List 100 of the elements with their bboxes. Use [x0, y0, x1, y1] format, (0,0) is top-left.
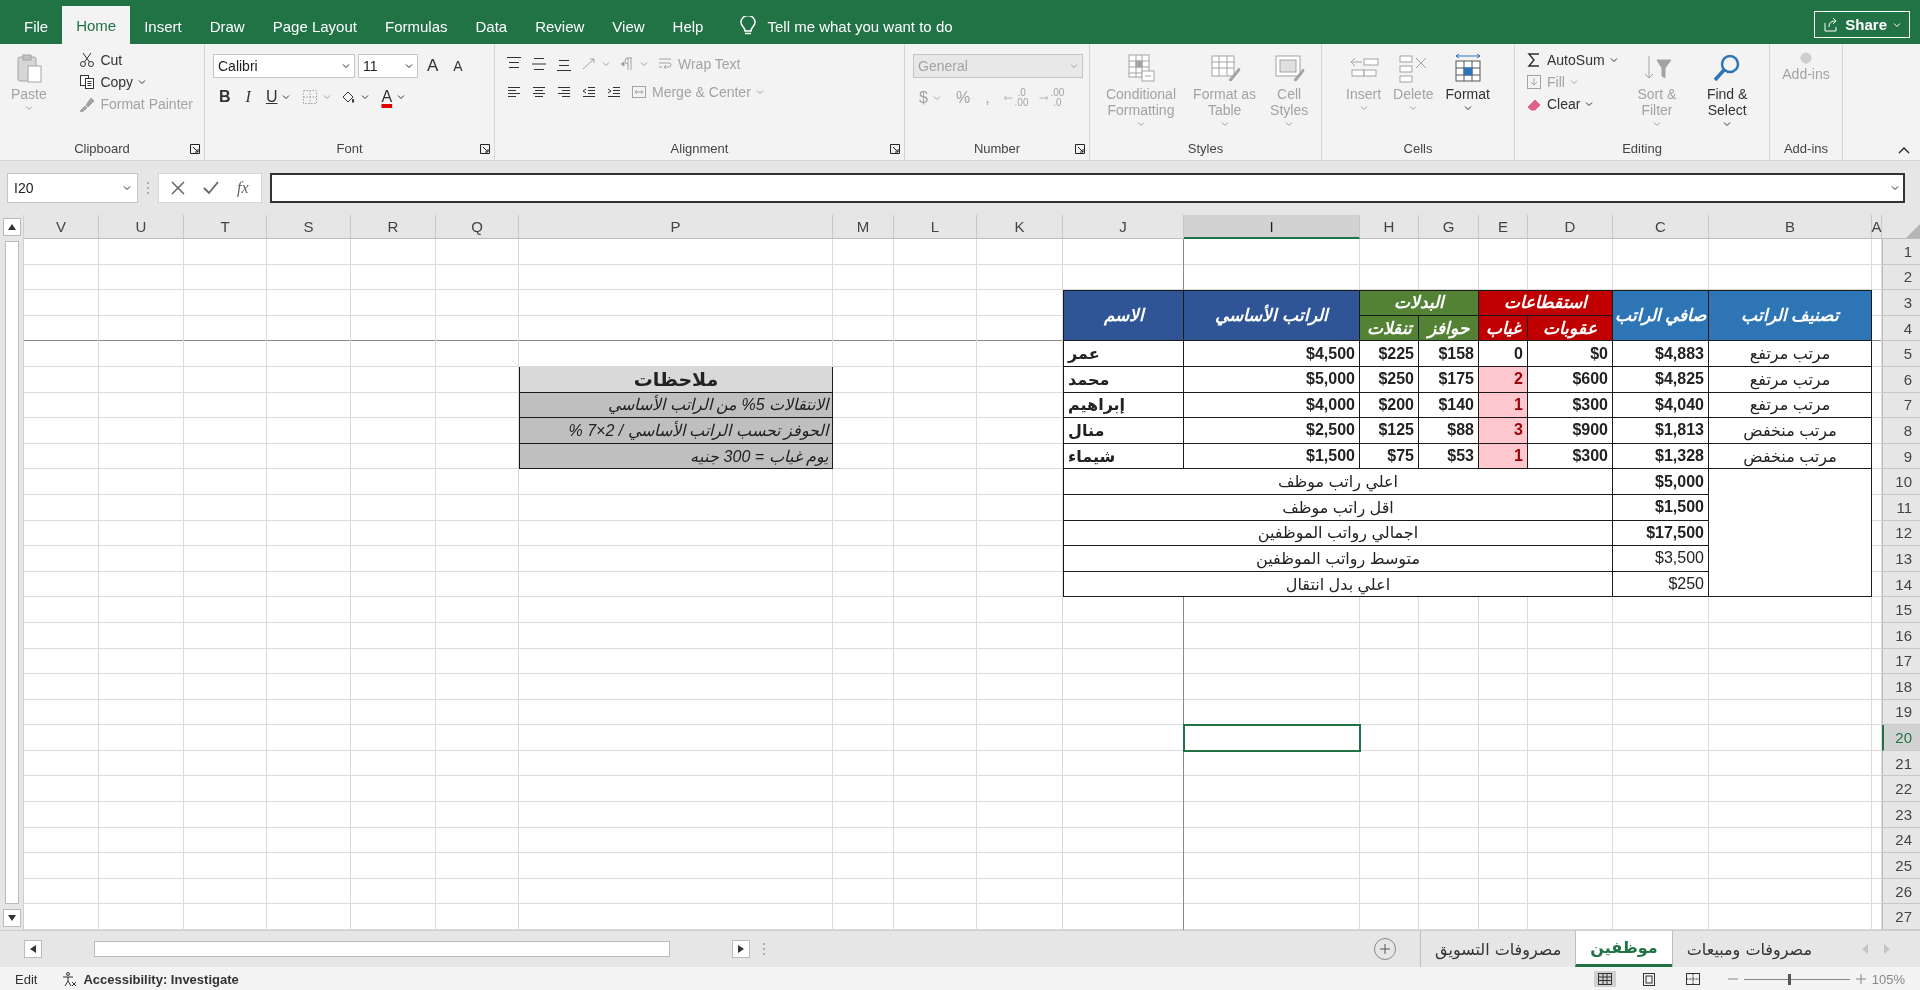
caret-icon	[1463, 104, 1472, 112]
caret-icon	[282, 93, 291, 101]
page-break-icon[interactable]	[1684, 972, 1701, 986]
scroll-thumb[interactable]	[4, 241, 19, 904]
row-header[interactable]: 26	[1882, 878, 1920, 905]
slider-thumb[interactable]	[1788, 973, 1792, 985]
scroll-down-button[interactable]	[2, 909, 21, 927]
normal-view-icon[interactable]	[1596, 972, 1613, 986]
column-header[interactable]: T	[184, 215, 267, 239]
row-header[interactable]: 14	[1882, 571, 1920, 598]
row-header[interactable]: 12	[1882, 520, 1920, 547]
ribbon-tab[interactable]: Help	[658, 8, 718, 44]
ribbon-tab[interactable]: Review	[521, 8, 599, 44]
sheet-tab[interactable]: موظفين	[1575, 931, 1672, 967]
ribbon-tab[interactable]: File	[10, 8, 63, 44]
dialog-launcher-icon[interactable]	[480, 144, 490, 154]
row-header[interactable]: 10	[1882, 469, 1920, 495]
toolbar-button[interactable]: A	[375, 86, 412, 108]
row-header[interactable]: 17	[1882, 648, 1920, 675]
row-header[interactable]: 24	[1882, 827, 1920, 854]
toolbar-button[interactable]: B	[213, 86, 237, 108]
row-header[interactable]: 3	[1882, 290, 1920, 316]
column-header[interactable]: M	[833, 215, 894, 239]
ribbon-button[interactable]: Find & Select	[1693, 48, 1761, 141]
collapse-icon[interactable]	[1898, 146, 1910, 154]
row-header[interactable]: 5	[1882, 341, 1920, 367]
column-header[interactable]: S	[267, 215, 351, 239]
ribbon-button[interactable]: Copy	[76, 72, 196, 92]
column-header[interactable]: L	[894, 215, 977, 239]
row-header[interactable]: 6	[1882, 366, 1920, 393]
row-header[interactable]: 19	[1882, 699, 1920, 726]
ribbon-tab[interactable]: Home	[62, 6, 131, 44]
row-header[interactable]: 18	[1882, 674, 1920, 700]
column-header[interactable]: U	[99, 215, 184, 239]
column-header[interactable]: E	[1479, 215, 1528, 239]
column-header[interactable]: I	[1184, 215, 1360, 239]
table-cell: شيماء	[1063, 443, 1184, 470]
row-header[interactable]: 15	[1882, 597, 1920, 623]
ribbon-tab[interactable]: Page Layout	[258, 8, 371, 44]
share-button[interactable]: Share	[1814, 11, 1910, 38]
insert-function-button[interactable]: fx	[237, 179, 249, 197]
tell-me-search[interactable]: Tell me what you want to do	[733, 8, 959, 44]
column-header[interactable]: Q	[436, 215, 519, 239]
row-header[interactable]: 13	[1882, 546, 1920, 572]
row-header[interactable]: 8	[1882, 418, 1920, 444]
row-header[interactable]: 1	[1882, 239, 1920, 265]
formula-field[interactable]	[269, 173, 1905, 203]
ribbon-tab[interactable]: Data	[461, 8, 522, 44]
ribbon-tab[interactable]: Insert	[130, 8, 196, 44]
table-cell: 0	[1479, 341, 1528, 367]
row-header[interactable]: 27	[1882, 904, 1920, 931]
name-box[interactable]: I20	[7, 173, 138, 203]
toolbar-button[interactable]: I	[239, 86, 257, 108]
table-cell: $53	[1419, 443, 1479, 470]
ribbon-button[interactable]: Clear	[1523, 94, 1621, 114]
column-header[interactable]: K	[977, 215, 1063, 239]
toolbar-button[interactable]: A	[421, 54, 445, 78]
ribbon-tab[interactable]: Formulas	[370, 8, 462, 44]
ribbon-tab[interactable]: Draw	[195, 8, 259, 44]
column-header[interactable]: C	[1613, 215, 1709, 239]
scroll-left-button[interactable]	[24, 940, 42, 958]
column-header[interactable]: H	[1360, 215, 1419, 239]
ribbon-button[interactable]: Cut	[76, 50, 196, 70]
row-header[interactable]: 23	[1882, 802, 1920, 828]
scroll-right-button[interactable]	[732, 940, 750, 958]
check-icon[interactable]	[203, 181, 219, 195]
column-header[interactable]: B	[1709, 215, 1872, 239]
table-cell: 2	[1479, 366, 1528, 393]
ribbon-button[interactable]: Format	[1442, 48, 1493, 141]
dialog-launcher-icon[interactable]	[1075, 144, 1085, 154]
page-layout-icon[interactable]	[1640, 972, 1657, 986]
row-header[interactable]: 11	[1882, 494, 1920, 521]
row-header[interactable]: 4	[1882, 315, 1920, 342]
row-header[interactable]: 7	[1882, 392, 1920, 419]
column-header[interactable]: V	[24, 215, 99, 239]
ribbon-button[interactable]: AutoSum	[1523, 50, 1621, 70]
ribbon-tab[interactable]: View	[598, 8, 659, 44]
column-header[interactable]: G	[1419, 215, 1479, 239]
toolbar-button[interactable]: U	[259, 86, 297, 108]
row-header[interactable]: 16	[1882, 622, 1920, 649]
toolbar-button[interactable]: A	[447, 56, 469, 76]
row-header[interactable]: 2	[1882, 264, 1920, 291]
cancel-icon[interactable]	[171, 181, 185, 195]
column-header[interactable]: J	[1063, 215, 1184, 239]
scroll-up-button[interactable]	[2, 218, 21, 236]
column-header[interactable]: P	[519, 215, 833, 239]
dialog-launcher-icon[interactable]	[190, 144, 200, 154]
row-header[interactable]: 20	[1882, 725, 1920, 751]
column-header[interactable]: R	[351, 215, 436, 239]
active-cell[interactable]	[1183, 724, 1361, 752]
accessibility-button[interactable]: Accessibility: Investigate	[61, 971, 239, 987]
row-header[interactable]: 22	[1882, 776, 1920, 803]
dialog-launcher-icon[interactable]	[890, 144, 900, 154]
dropdown-field[interactable]: 11	[358, 54, 418, 78]
row-header[interactable]: 9	[1882, 443, 1920, 470]
row-header[interactable]: 25	[1882, 853, 1920, 879]
column-header[interactable]: D	[1528, 215, 1613, 239]
scroll-thumb[interactable]	[94, 941, 670, 957]
dropdown-field[interactable]: Calibri	[213, 54, 355, 78]
row-header[interactable]: 21	[1882, 750, 1920, 777]
